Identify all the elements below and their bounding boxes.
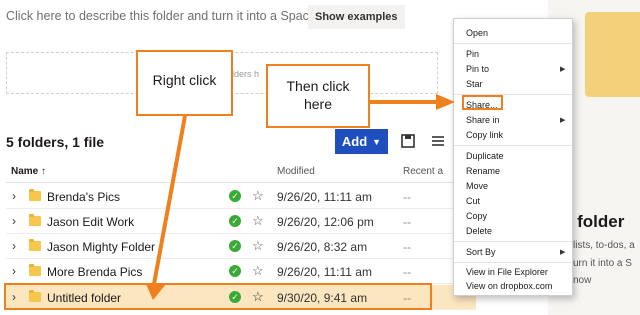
menu-divider (454, 145, 572, 146)
submenu-arrow-icon: ▶ (560, 117, 566, 124)
chevron-right-icon[interactable]: › (12, 239, 16, 253)
recent-activity: -- (403, 240, 411, 254)
folder-icon (29, 239, 41, 251)
chevron-right-icon[interactable]: › (12, 189, 16, 203)
menu-item-view-on-dropbox[interactable]: View on dropbox.com (466, 281, 552, 291)
synced-check-icon: ✓ (229, 215, 241, 227)
submenu-arrow-icon: ▶ (560, 66, 566, 73)
folder-name[interactable]: More Brenda Pics (47, 265, 142, 279)
table-row[interactable]: › Jason Edit Work ✓ ☆ 9/26/20, 12:06 pm … (6, 209, 476, 234)
menu-item-cut[interactable]: Cut (466, 196, 480, 206)
menu-item-copy-link[interactable]: Copy link (466, 130, 503, 140)
synced-check-icon: ✓ (229, 190, 241, 202)
side-panel-line-2: urn it into a S (573, 258, 632, 269)
menu-divider (454, 262, 572, 263)
modified-date: 9/26/20, 8:32 am (277, 240, 368, 254)
folder-name[interactable]: Brenda's Pics (47, 190, 120, 204)
large-folder-icon (585, 12, 640, 97)
modified-date: 9/26/20, 11:11 am (277, 265, 372, 279)
side-panel-line-1: lists, to-dos, a (573, 240, 635, 251)
describe-folder-prompt[interactable]: Click here to describe this folder and t… (6, 9, 316, 23)
menu-item-copy[interactable]: Copy (466, 211, 487, 221)
then-click-text: Then click (286, 78, 350, 94)
table-row[interactable]: › Brenda's Pics ✓ ☆ 9/26/20, 11:11 am -- (6, 184, 476, 209)
recent-activity: -- (403, 265, 411, 279)
list-view-icon[interactable] (429, 132, 447, 150)
folder-icon (29, 264, 41, 276)
right-click-text: Right click (152, 72, 217, 88)
synced-check-icon: ✓ (229, 240, 241, 252)
show-examples-button[interactable]: Show examples (308, 5, 405, 29)
then-click-here-text: here (303, 96, 333, 112)
menu-item-open[interactable]: Open (466, 28, 488, 38)
menu-item-delete[interactable]: Delete (466, 226, 492, 236)
column-header-modified[interactable]: Modified (277, 166, 315, 177)
recent-activity: -- (403, 190, 411, 204)
star-icon[interactable]: ☆ (252, 238, 264, 254)
chevron-right-icon[interactable]: › (12, 264, 16, 278)
right-click-callout: Right click (136, 50, 233, 116)
folder-icon (29, 214, 41, 226)
menu-item-star[interactable]: Star (466, 79, 483, 89)
menu-item-sort-by[interactable]: Sort By (466, 247, 496, 257)
column-header-recent[interactable]: Recent a (403, 166, 443, 177)
menu-divider (454, 43, 572, 44)
menu-item-view-in-file-explorer[interactable]: View in File Explorer (466, 267, 548, 277)
star-icon[interactable]: ☆ (252, 263, 264, 279)
save-icon[interactable] (399, 132, 417, 150)
menu-divider (454, 241, 572, 242)
folder-name[interactable]: Jason Mighty Folder (47, 240, 155, 254)
synced-check-icon: ✓ (229, 265, 241, 277)
submenu-arrow-icon: ▶ (560, 249, 566, 256)
add-button[interactable]: Add ▼ (335, 129, 388, 154)
column-header-name[interactable]: Name ↑ (11, 166, 46, 177)
column-header-name-label: Name (11, 166, 39, 177)
item-count: 5 folders, 1 file (6, 134, 105, 150)
menu-item-duplicate[interactable]: Duplicate (466, 151, 504, 161)
folder-icon (29, 189, 41, 201)
recent-activity: -- (403, 215, 411, 229)
side-panel-line-3: now (573, 275, 592, 286)
share-highlight-box (462, 95, 503, 110)
folder-name[interactable]: Jason Edit Work (47, 215, 134, 229)
modified-date: 9/26/20, 11:11 am (277, 190, 372, 204)
add-button-label: Add (341, 134, 368, 149)
table-row[interactable]: › Jason Mighty Folder ✓ ☆ 9/26/20, 8:32 … (6, 234, 476, 259)
menu-item-move[interactable]: Move (466, 181, 488, 191)
star-icon[interactable]: ☆ (252, 188, 264, 204)
star-icon[interactable]: ☆ (252, 213, 264, 229)
menu-item-pin-to[interactable]: Pin to (466, 64, 489, 74)
menu-item-share-in[interactable]: Share in (466, 115, 500, 125)
context-menu: Open Pin Pin to ▶ Star Share... Share in… (453, 18, 573, 296)
chevron-right-icon[interactable]: › (12, 214, 16, 228)
table-row[interactable]: › More Brenda Pics ✓ ☆ 9/26/20, 11:11 am… (6, 259, 476, 284)
menu-item-rename[interactable]: Rename (466, 166, 500, 176)
header-divider (6, 182, 476, 183)
menu-item-pin[interactable]: Pin (466, 49, 479, 59)
then-click-callout: Then click here (266, 64, 370, 128)
selected-row-highlight-box (4, 283, 432, 310)
chevron-down-icon: ▼ (372, 136, 382, 147)
sort-arrow-up-icon: ↑ (41, 166, 47, 177)
modified-date: 9/26/20, 12:06 pm (277, 215, 374, 229)
